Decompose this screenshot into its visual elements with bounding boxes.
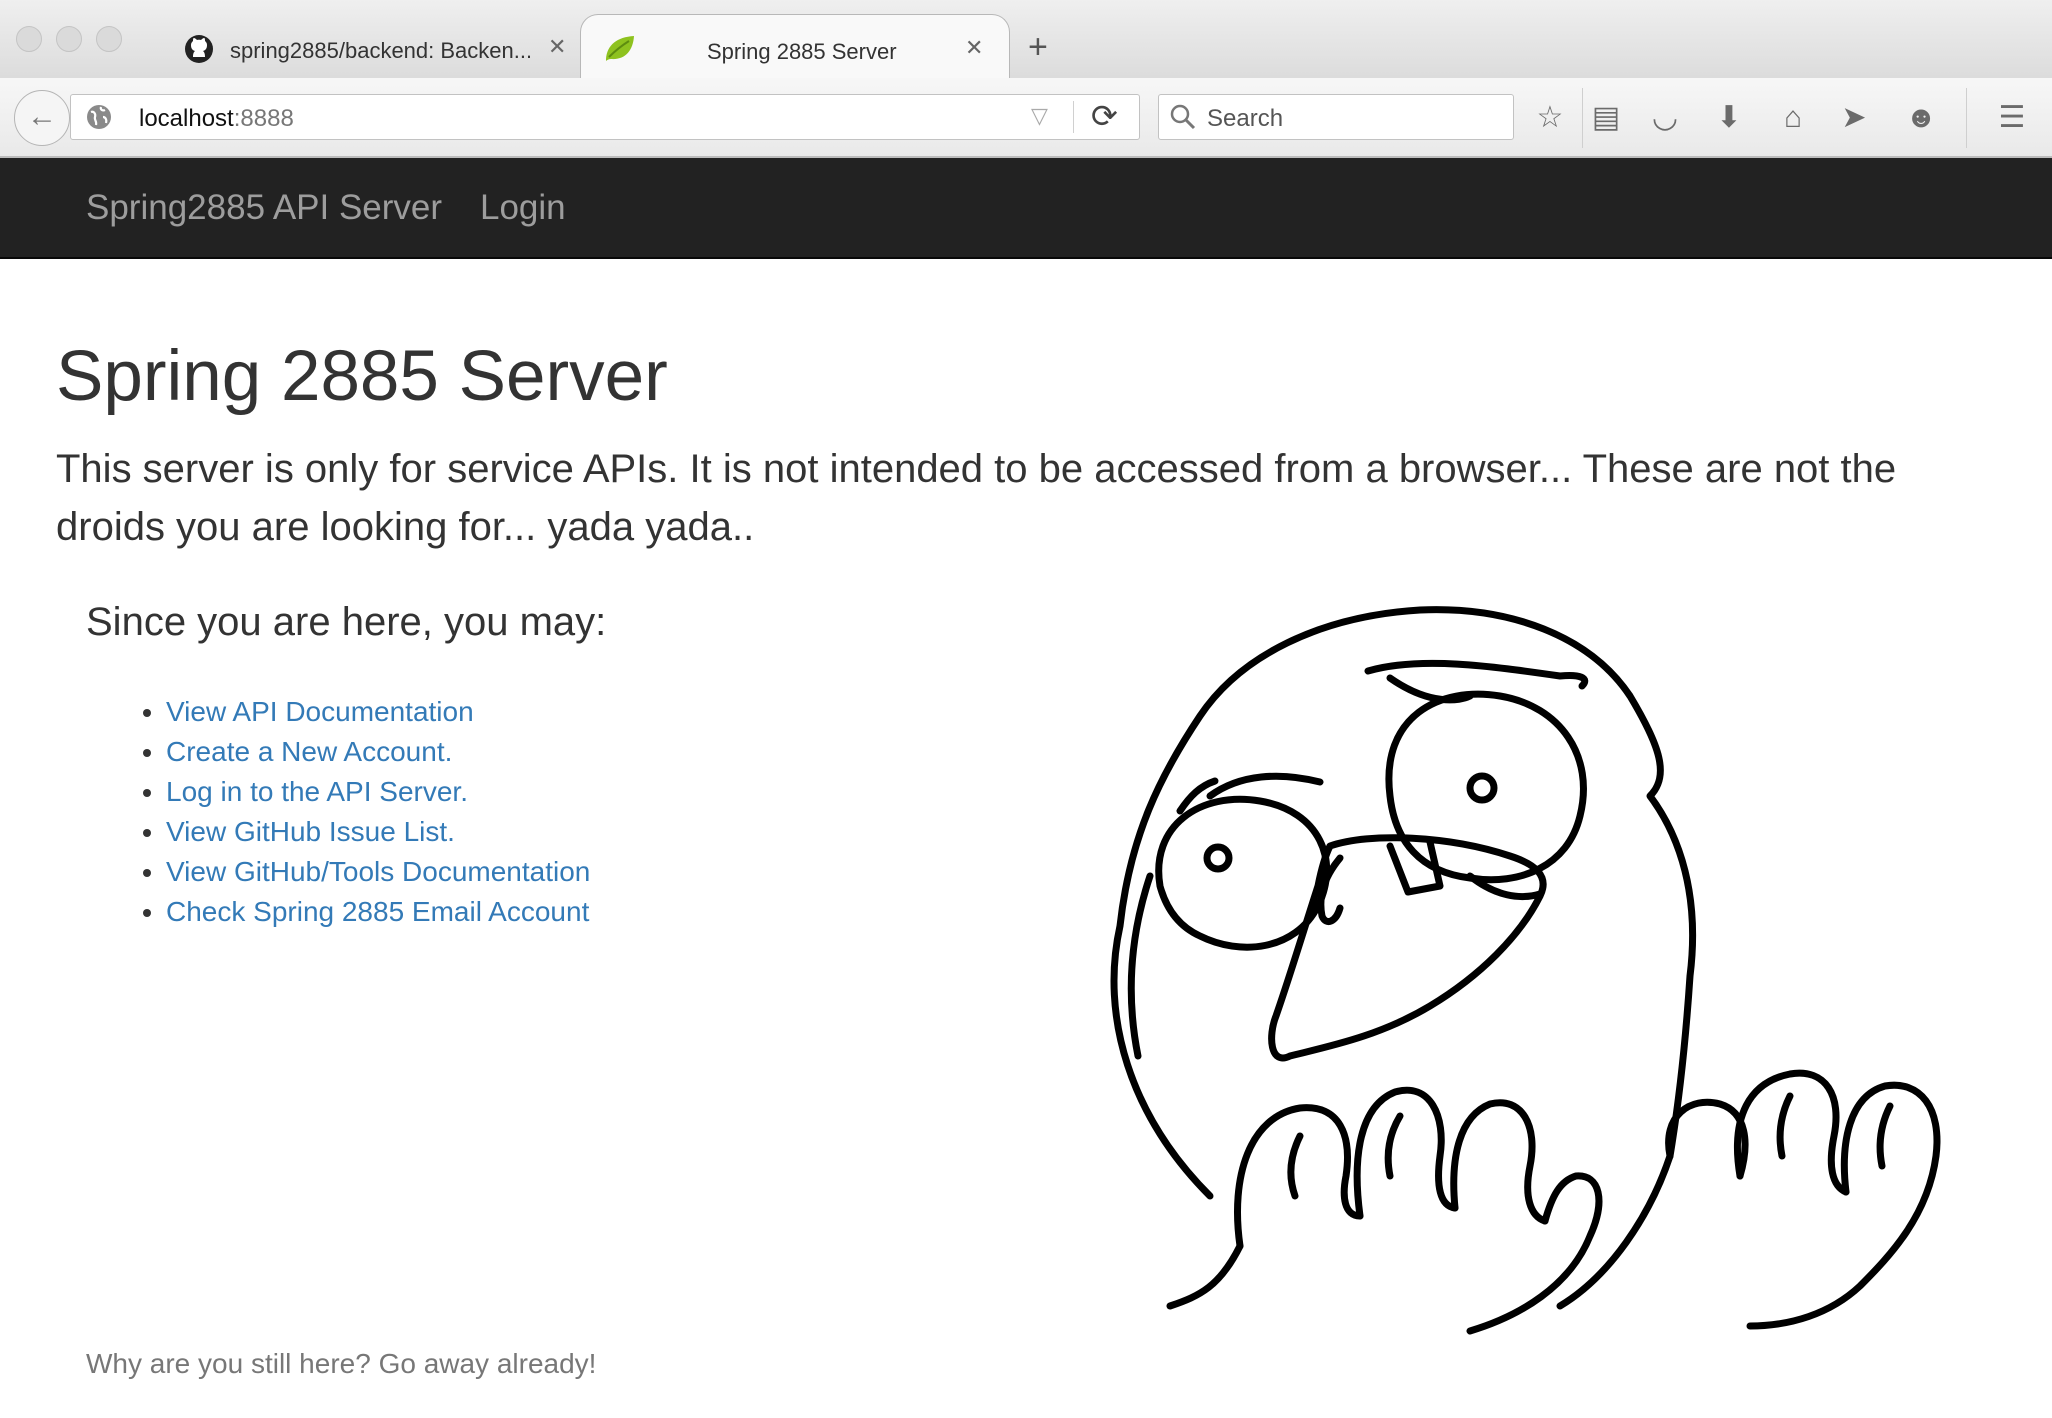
toolbar-divider bbox=[1966, 88, 1967, 148]
tab-title: spring2885/backend: Backen... bbox=[230, 38, 530, 63]
list-item: Log in to the API Server. bbox=[166, 772, 590, 812]
list-item: View API Documentation bbox=[166, 692, 590, 732]
home-icon[interactable]: ⌂ bbox=[1773, 98, 1813, 138]
url-divider bbox=[1073, 101, 1074, 133]
download-icon[interactable]: ⬇ bbox=[1709, 98, 1749, 138]
search-bar[interactable]: Search bbox=[1158, 94, 1514, 140]
page-title: Spring 2885 Server bbox=[56, 337, 668, 416]
view-api-docs-link[interactable]: View API Documentation bbox=[166, 696, 474, 727]
login-api-server-link[interactable]: Log in to the API Server. bbox=[166, 776, 468, 807]
reload-icon[interactable]: ⟳ bbox=[1091, 97, 1118, 135]
bookmark-star-icon[interactable]: ☆ bbox=[1530, 98, 1570, 138]
app-navbar: Spring2885 API Server Login bbox=[0, 158, 2052, 259]
lead-paragraph: This server is only for service APIs. It… bbox=[56, 447, 1897, 549]
chat-icon[interactable]: ☻ bbox=[1901, 98, 1941, 138]
footer-text: Why are you still here? Go away already! bbox=[86, 1348, 597, 1379]
window-zoom-button[interactable] bbox=[96, 26, 122, 52]
navigation-toolbar: ← localhost:8888 ▽ ⟳ Search ☆ ▤ ◡ ⬇ ⌂ ➤ … bbox=[0, 78, 2052, 158]
browser-title-bar: spring2885/backend: Backen... ✕ Spring 2… bbox=[0, 0, 2052, 79]
tab-spring-server[interactable]: Spring 2885 Server ✕ bbox=[580, 14, 1010, 78]
email-account-link[interactable]: Check Spring 2885 Email Account bbox=[166, 896, 589, 927]
url-text[interactable]: localhost:8888 bbox=[139, 105, 294, 133]
subheading: Since you are here, you may: bbox=[86, 600, 607, 644]
window-minimize-button[interactable] bbox=[56, 26, 82, 52]
send-icon[interactable]: ➤ bbox=[1834, 98, 1874, 138]
pocket-icon[interactable]: ◡ bbox=[1645, 98, 1685, 138]
tab-github[interactable]: spring2885/backend: Backen... ✕ bbox=[160, 14, 580, 78]
close-icon[interactable]: ✕ bbox=[548, 34, 566, 60]
search-placeholder: Search bbox=[1207, 105, 1284, 132]
menu-icon[interactable]: ☰ bbox=[1992, 98, 2032, 138]
github-issues-link[interactable]: View GitHub Issue List. bbox=[166, 816, 455, 847]
address-bar[interactable]: localhost:8888 ▽ ⟳ bbox=[70, 94, 1140, 140]
github-icon bbox=[185, 35, 213, 63]
reading-list-icon[interactable]: ▤ bbox=[1586, 98, 1626, 138]
list-item: View GitHub Issue List. bbox=[166, 812, 590, 852]
github-tools-docs-link[interactable]: View GitHub/Tools Documentation bbox=[166, 856, 590, 887]
back-arrow-icon[interactable]: ← bbox=[14, 90, 70, 146]
close-icon[interactable]: ✕ bbox=[965, 35, 983, 61]
list-item: View GitHub/Tools Documentation bbox=[166, 852, 590, 892]
spring-leaf-icon bbox=[606, 36, 634, 61]
list-item: Check Spring 2885 Email Account bbox=[166, 892, 590, 932]
tab-title: Spring 2885 Server bbox=[707, 39, 897, 64]
create-account-link[interactable]: Create a New Account. bbox=[166, 736, 452, 767]
rage-face-illustration bbox=[1110, 606, 1941, 1335]
action-link-list: View API Documentation Create a New Acco… bbox=[126, 692, 590, 932]
login-link[interactable]: Login bbox=[480, 188, 566, 228]
list-item: Create a New Account. bbox=[166, 732, 590, 772]
window-close-button[interactable] bbox=[16, 26, 42, 52]
navbar-brand-link[interactable]: Spring2885 API Server bbox=[86, 188, 442, 228]
toolbar-divider bbox=[1582, 88, 1583, 148]
new-tab-icon[interactable]: + bbox=[1028, 30, 1048, 64]
search-icon bbox=[1170, 104, 1196, 130]
url-history-dropdown-icon[interactable]: ▽ bbox=[1031, 103, 1048, 129]
globe-icon bbox=[87, 105, 111, 129]
